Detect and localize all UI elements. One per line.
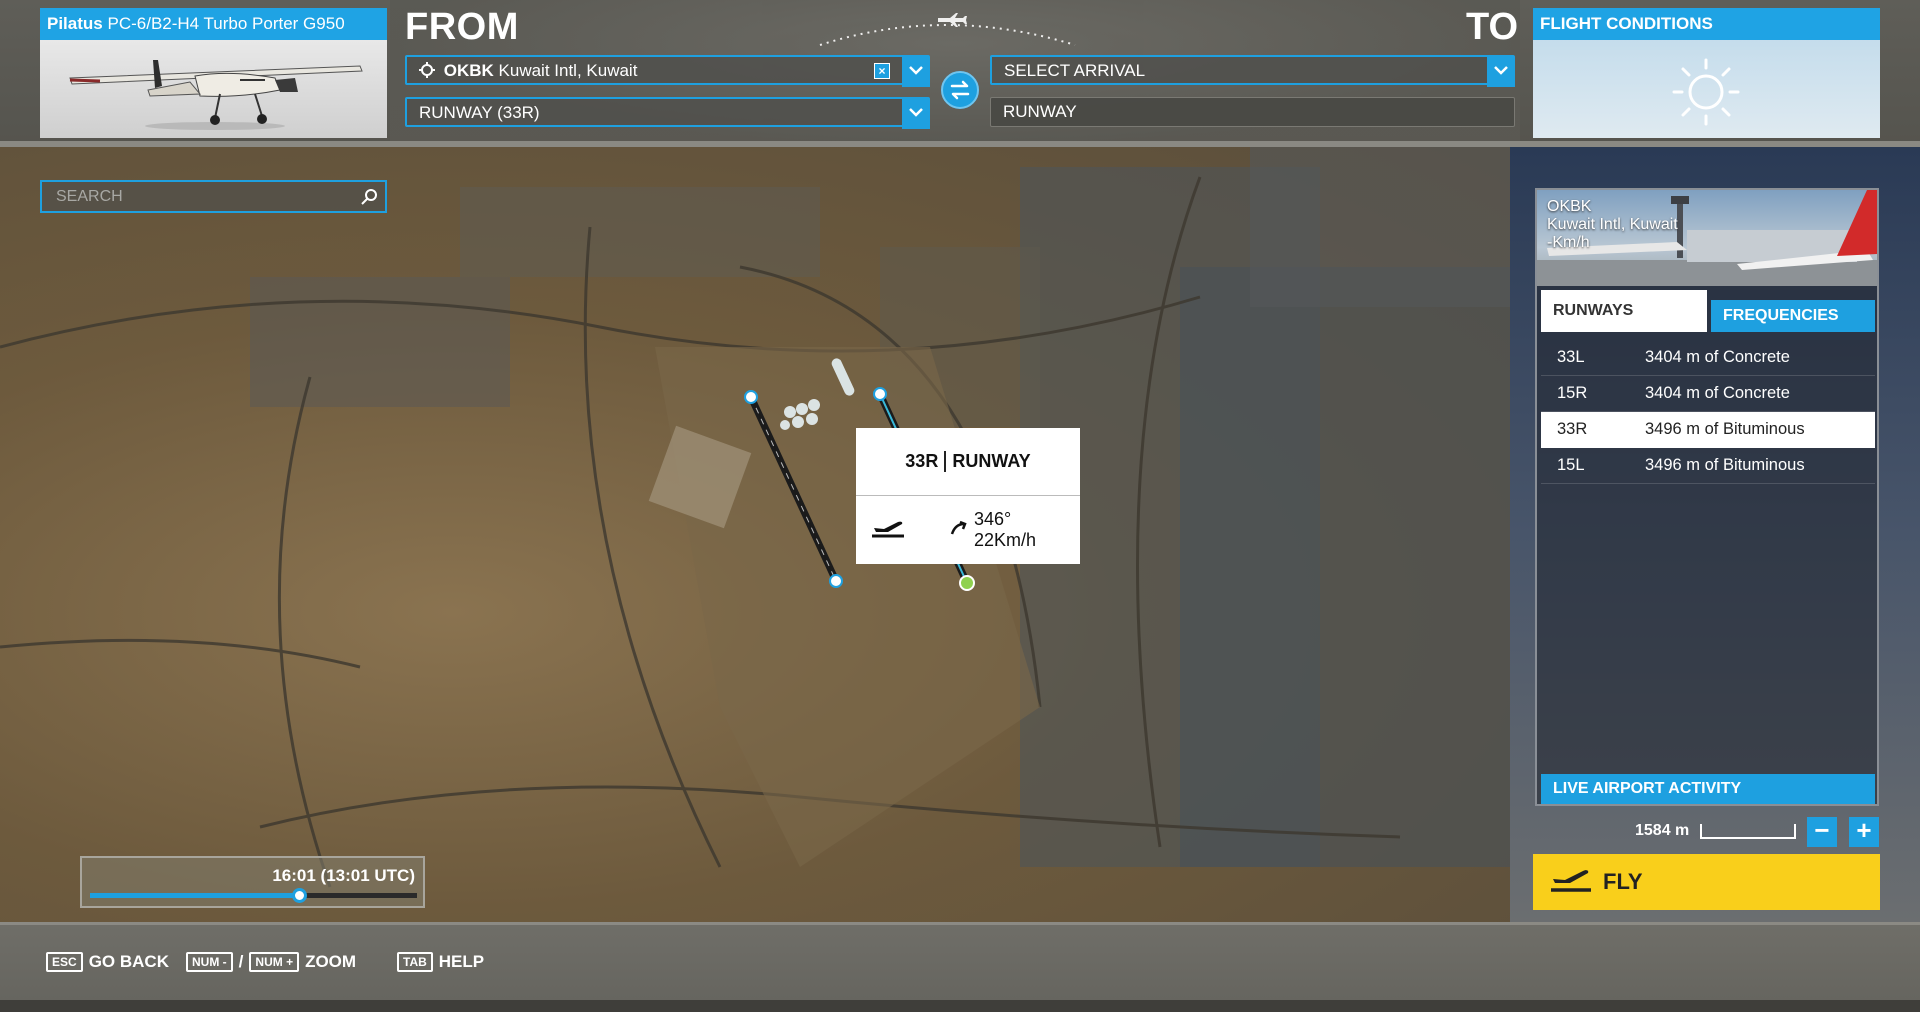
time-display: 16:01 (13:01 UTC) — [272, 866, 415, 885]
airplane-picture-icon — [69, 60, 363, 130]
runway-dropdown-button[interactable] — [902, 99, 930, 129]
aircraft-image — [40, 40, 387, 138]
runway-id: 15L — [1557, 456, 1585, 474]
arrival-runway-placeholder: RUNWAY — [1003, 102, 1077, 121]
tab-runways[interactable]: RUNWAYS — [1541, 290, 1707, 332]
airport-wind: -Km/h — [1547, 234, 1590, 251]
from-label: FROM — [405, 6, 519, 48]
search-icon[interactable] — [361, 188, 379, 211]
departure-airport-code: OKBK — [443, 61, 494, 80]
flight-conditions-title: FLIGHT CONDITIONS — [1533, 8, 1880, 40]
runway-row[interactable]: 15R 3404 m of Concrete — [1541, 376, 1875, 412]
runway-popup-header: 33R RUNWAY — [856, 428, 1080, 496]
clear-departure-button[interactable]: × — [874, 63, 890, 79]
runway-popup[interactable]: 33R RUNWAY 346° 22Km/h — [856, 428, 1080, 564]
chevron-down-icon — [909, 108, 923, 117]
flight-conditions-card[interactable]: FLIGHT CONDITIONS — [1533, 8, 1880, 138]
takeoff-icon — [1549, 864, 1593, 900]
go-back-hint[interactable]: ESC GO BACK — [46, 952, 169, 972]
location-pin-icon — [419, 62, 435, 83]
fly-button[interactable]: FLY — [1533, 854, 1880, 910]
airport-name: Kuwait Intl, Kuwait — [1547, 216, 1678, 233]
to-label: TO — [1466, 6, 1519, 48]
runway-id: 33L — [1557, 348, 1585, 366]
fly-label: FLY — [1603, 869, 1643, 894]
num-minus-key: NUM - — [186, 952, 233, 972]
time-slider-track[interactable] — [90, 888, 417, 903]
departure-runway-field[interactable]: RUNWAY (33R) — [405, 97, 930, 129]
zoom-out-button[interactable]: − — [1807, 817, 1837, 847]
chevron-down-icon — [909, 66, 923, 75]
runway-row[interactable]: 33L 3404 m of Concrete — [1541, 340, 1875, 376]
runway-description: 3404 m of Concrete — [1645, 348, 1790, 366]
search-placeholder: SEARCH — [56, 188, 123, 205]
airport-code: OKBK — [1547, 198, 1592, 215]
departure-dropdown-button[interactable] — [902, 57, 930, 87]
departure-runway-value: RUNWAY (33R) — [419, 103, 540, 122]
sun-icon — [1672, 58, 1740, 126]
runway-popup-id: 33R — [905, 451, 947, 472]
runway-list: 33L 3404 m of Concrete 15R 3404 m of Concre… — [1541, 340, 1875, 484]
runway-id: 15R — [1557, 384, 1588, 402]
swap-airports-button[interactable] — [941, 71, 979, 109]
time-slider-handle[interactable] — [292, 888, 308, 903]
map-view[interactable] — [0, 147, 1510, 922]
zoom-label: ZOOM — [305, 952, 357, 971]
runway-popup-details: 346° 22Km/h — [856, 496, 1080, 564]
runway-wind-value: 346° 22Km/h — [974, 509, 1037, 550]
help-label: HELP — [438, 952, 485, 971]
aircraft-model: PC-6/B2-H4 Turbo Porter G950 — [107, 14, 345, 33]
time-slider-fill — [90, 893, 300, 898]
arrival-dropdown-button[interactable] — [1487, 57, 1515, 87]
arrival-airport-field[interactable]: SELECT ARRIVAL — [990, 55, 1515, 87]
wind-icon — [950, 520, 968, 541]
map-scale-bar — [1700, 824, 1796, 839]
airport-info-panel: OKBK Kuwait Intl, Kuwait -Km/h RUNWAYS F… — [1535, 188, 1879, 806]
esc-key: ESC — [46, 952, 83, 972]
tab-frequencies[interactable]: FREQUENCIES — [1711, 300, 1875, 332]
zoom-separator: / — [238, 952, 244, 971]
airport-photo: OKBK Kuwait Intl, Kuwait -Km/h — [1537, 190, 1877, 286]
runway-description: 3404 m of Concrete — [1645, 384, 1790, 402]
runway-row[interactable]: 33R 3496 m of Bituminous — [1541, 412, 1875, 448]
aircraft-title: Pilatus PC-6/B2-H4 Turbo Porter G950 — [40, 8, 387, 40]
runway-description: 3496 m of Bituminous — [1645, 420, 1805, 438]
chevron-down-icon — [1494, 66, 1508, 75]
bottom-edge — [0, 1000, 1920, 1012]
zoom-in-button[interactable]: + — [1849, 817, 1879, 847]
swap-arrows-icon — [950, 80, 970, 100]
aircraft-make: Pilatus — [47, 14, 103, 33]
live-airport-activity-button[interactable]: LIVE AIRPORT ACTIVITY — [1541, 774, 1875, 804]
aircraft-card[interactable]: Pilatus PC-6/B2-H4 Turbo Porter G950 — [40, 8, 387, 138]
zoom-hint[interactable]: NUM - / NUM + ZOOM — [186, 952, 356, 972]
airport-tabs: RUNWAYS FREQUENCIES — [1541, 290, 1875, 332]
tab-key: TAB — [397, 952, 433, 972]
arrival-runway-field[interactable]: RUNWAY — [990, 97, 1515, 127]
go-back-label: GO BACK — [88, 952, 169, 971]
airport-overlay-text: OKBK Kuwait Intl, Kuwait -Km/h — [1547, 198, 1678, 252]
bottom-hint-bar: ESC GO BACK NUM - / NUM + ZOOM TAB HELP — [0, 922, 1920, 1000]
arrival-placeholder: SELECT ARRIVAL — [1004, 61, 1146, 80]
satellite-map — [0, 147, 1510, 888]
runway-description: 3496 m of Bituminous — [1645, 456, 1805, 474]
departure-airport-name: Kuwait Intl, Kuwait — [498, 61, 638, 80]
takeoff-icon — [870, 516, 906, 545]
runway-row[interactable]: 15L 3496 m of Bituminous — [1541, 448, 1875, 484]
runway-popup-label: RUNWAY — [952, 451, 1031, 471]
time-of-day-control[interactable]: 16:01 (13:01 UTC) — [80, 856, 425, 908]
num-plus-key: NUM + — [249, 952, 300, 972]
map-scale-label: 1584 m — [1635, 822, 1690, 839]
search-field[interactable]: SEARCH — [40, 180, 387, 213]
runway-id: 33R — [1557, 420, 1588, 438]
help-hint[interactable]: TAB HELP — [397, 952, 484, 972]
departure-airport-field[interactable]: OKBK Kuwait Intl, Kuwait × — [405, 55, 930, 87]
